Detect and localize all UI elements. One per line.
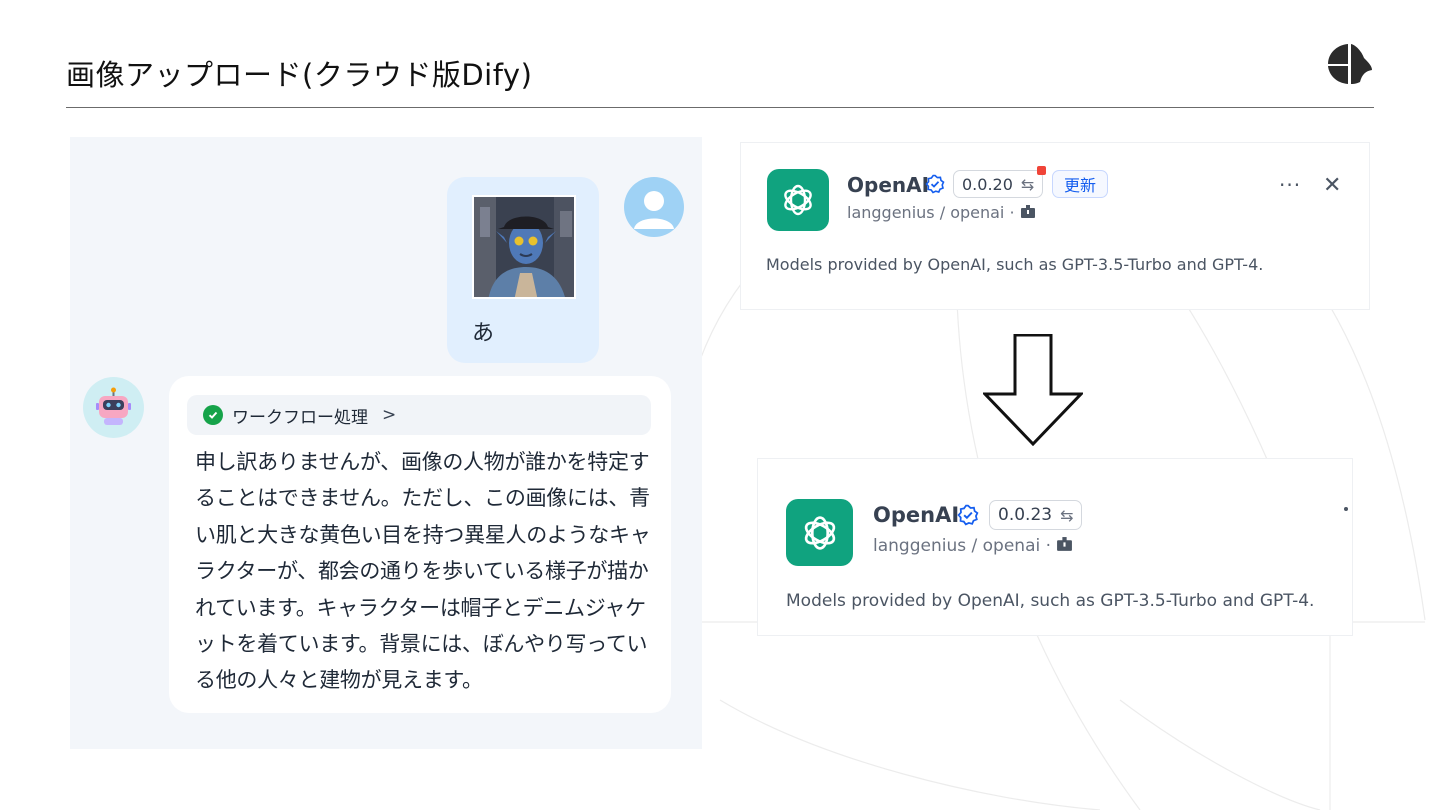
version-text: 0.0.23 [998, 505, 1053, 525]
plugin-repo: openai [982, 536, 1041, 556]
chevron-right-icon: > [382, 405, 397, 425]
package-icon [1056, 536, 1073, 556]
verified-badge-icon [925, 174, 945, 194]
brand-logo-icon [1328, 44, 1372, 84]
path-separator: / [939, 203, 951, 222]
version-switch-button[interactable]: 0.0.23 ⇆ [989, 500, 1083, 530]
down-arrow-icon [983, 334, 1083, 446]
uploaded-image-icon [474, 197, 574, 297]
close-icon[interactable]: ✕ [1323, 173, 1341, 198]
workflow-process-toggle[interactable]: ワークフロー処理 > [187, 395, 651, 435]
more-options-icon[interactable] [1344, 507, 1348, 511]
plugin-card-after[interactable]: OpenAI 0.0.23 ⇆ langgenius / openai · Mo… [758, 459, 1352, 635]
plugin-source: langgenius / openai · [873, 536, 1073, 556]
slide-title: 画像アップロード(クラウド版Dify) [66, 58, 533, 92]
plugin-description: Models provided by OpenAI, such as GPT-3… [786, 591, 1315, 611]
plugin-description: Models provided by OpenAI, such as GPT-3… [766, 255, 1264, 274]
user-message-text: あ [472, 321, 495, 346]
update-notification-dot [1037, 166, 1047, 175]
version-switch-button[interactable]: 0.0.20 ⇆ [953, 166, 1047, 198]
bot-message-bubble: ワークフロー処理 > 申し訳ありませんが、画像の人物が誰かを特定することはできま… [169, 376, 671, 713]
swap-arrows-icon: ⇆ [1020, 174, 1035, 194]
plugin-card-before[interactable]: OpenAI 0.0.20 ⇆ 更新 langgenius / openai ·… [741, 143, 1369, 309]
bot-message-text: 申し訳ありませんが、画像の人物が誰かを特定することはできません。ただし、この画像… [195, 450, 651, 693]
user-avatar-icon [634, 191, 674, 229]
more-options-icon[interactable]: ··· [1279, 173, 1301, 197]
swap-arrows-icon: ⇆ [1060, 505, 1074, 525]
title-divider [66, 107, 1374, 108]
package-icon [1020, 203, 1036, 222]
uploaded-image-thumbnail[interactable] [472, 195, 576, 299]
user-message-bubble: あ [447, 177, 599, 363]
plugin-org: langgenius [847, 203, 935, 222]
path-separator: / [971, 536, 983, 556]
plugin-source: langgenius / openai · [847, 203, 1036, 222]
plugin-name: OpenAI [847, 173, 930, 197]
openai-logo-icon [767, 169, 829, 231]
check-circle-icon [203, 405, 223, 425]
workflow-process-label: ワークフロー処理 [232, 407, 368, 428]
openai-logo-icon [786, 499, 853, 566]
dot-separator: · [1009, 203, 1020, 222]
user-avatar [624, 177, 684, 237]
bot-avatar [83, 377, 144, 438]
dot-separator: · [1045, 536, 1057, 556]
update-button[interactable]: 更新 [1052, 170, 1109, 198]
version-text: 0.0.20 [962, 174, 1013, 194]
plugin-org: langgenius [873, 536, 967, 556]
plugin-repo: openai [950, 203, 1005, 222]
chat-panel: あ ワークフロー処理 > 申し訳ありませんが、画像の人物が誰かを特定することはで… [70, 137, 702, 749]
verified-badge-icon [957, 504, 979, 526]
plugin-name: OpenAI [873, 503, 960, 527]
robot-icon [96, 387, 131, 425]
